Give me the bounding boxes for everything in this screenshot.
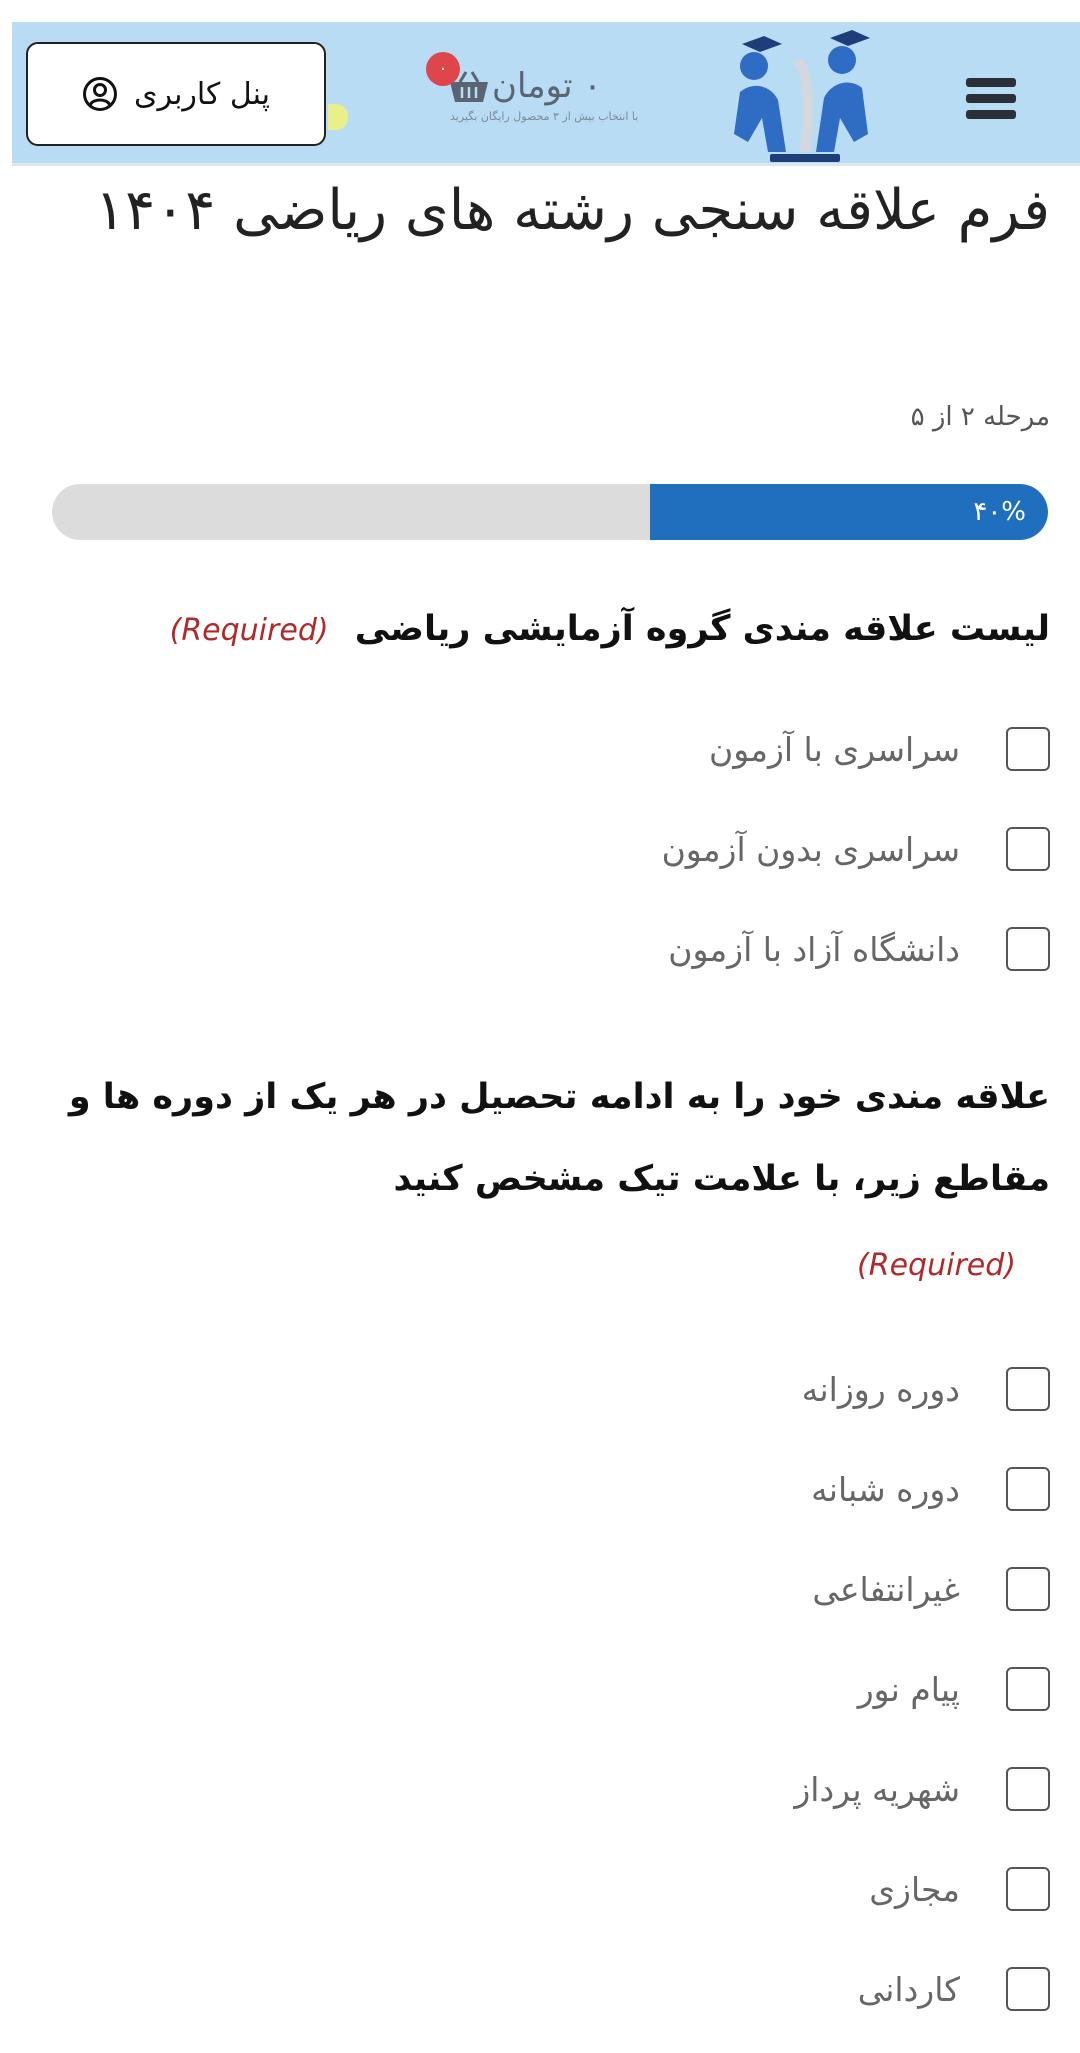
- option-tuition-paying[interactable]: شهریه پرداز: [60, 1764, 1050, 1814]
- cart-subtext: با انتخاب بیش از ۳ محصول رایگان بگیرید: [450, 110, 639, 123]
- top-band: [0, 0, 1080, 22]
- question-text: لیست علاقه مندی گروه آزمایشی ریاضی: [354, 609, 1050, 649]
- option-payame-noor[interactable]: پیام نور: [60, 1664, 1050, 1714]
- question-label-study-periods: علاقه مندی خود را به ادامه تحصیل در هر ی…: [68, 1077, 1050, 1199]
- option-label: مجازی: [869, 1869, 960, 1909]
- user-panel-label: پنل کاربری: [134, 76, 270, 112]
- user-circle-icon: [83, 77, 118, 111]
- option-label: دانشگاه آزاد با آزمون: [668, 929, 960, 969]
- option-azad-with-exam[interactable]: دانشگاه آزاد با آزمون: [60, 924, 1050, 974]
- cart-amount: ۰ تومان: [492, 66, 602, 106]
- checkbox[interactable]: [1006, 1367, 1050, 1411]
- option-label: شهریه پرداز: [794, 1769, 960, 1809]
- option-national-without-exam[interactable]: سراسری بدون آزمون: [60, 824, 1050, 874]
- checkbox[interactable]: [1006, 927, 1050, 971]
- option-label: پیام نور: [857, 1669, 960, 1709]
- progress-label: ۴۰%: [973, 497, 1026, 527]
- checkbox[interactable]: [1006, 727, 1050, 771]
- checkbox[interactable]: [1006, 1767, 1050, 1811]
- option-label: دوره شبانه: [811, 1469, 960, 1509]
- option-virtual[interactable]: مجازی: [60, 1864, 1050, 1914]
- checkbox[interactable]: [1006, 1667, 1050, 1711]
- cart-widget[interactable]: ۰ ۰ تومان با انتخاب بیش از ۳ محصول رایگا…: [426, 52, 702, 132]
- option-label: سراسری با آزمون: [709, 729, 960, 769]
- progress-bar: ۴۰%: [52, 484, 1048, 540]
- graduation-logo[interactable]: [712, 22, 892, 182]
- checkbox[interactable]: [1006, 1967, 1050, 2011]
- checkbox[interactable]: [1006, 1467, 1050, 1511]
- step-indicator: مرحله ۲ از ۵: [910, 402, 1050, 432]
- checkbox[interactable]: [1006, 1567, 1050, 1611]
- option-evening[interactable]: دوره شبانه: [60, 1464, 1050, 1514]
- option-associate-degree[interactable]: کاردانی: [60, 1964, 1050, 2014]
- option-label: سراسری بدون آزمون: [661, 829, 960, 869]
- option-daytime[interactable]: دوره روزانه: [60, 1364, 1050, 1414]
- option-national-with-exam[interactable]: سراسری با آزمون: [60, 724, 1050, 774]
- hamburger-menu-icon[interactable]: [960, 68, 1022, 130]
- decorative-dot: [328, 104, 348, 130]
- option-label: دوره روزانه: [801, 1369, 960, 1409]
- required-marker: (Required): [169, 613, 329, 648]
- page-title: فرم علاقه سنجی رشته های ریاضی ۱۴۰۴: [95, 178, 1050, 243]
- required-marker-2: (Required): [857, 1248, 1016, 1283]
- cart-count-badge: ۰: [426, 52, 460, 86]
- option-non-profit[interactable]: غیرانتفاعی: [60, 1564, 1050, 1614]
- site-header: پنل کاربری ۰ ۰ تومان با انتخاب بیش از ۳ …: [12, 22, 1080, 166]
- user-panel-button[interactable]: پنل کاربری: [26, 42, 326, 146]
- question-label-math-interest: لیست علاقه مندی گروه آزمایشی ریاضی (Requ…: [60, 606, 1050, 654]
- progress-fill: ۴۰%: [649, 484, 1048, 540]
- option-label: کاردانی: [857, 1969, 960, 2009]
- checkbox[interactable]: [1006, 1867, 1050, 1911]
- checkbox[interactable]: [1006, 827, 1050, 871]
- option-label: غیرانتفاعی: [812, 1569, 960, 1609]
